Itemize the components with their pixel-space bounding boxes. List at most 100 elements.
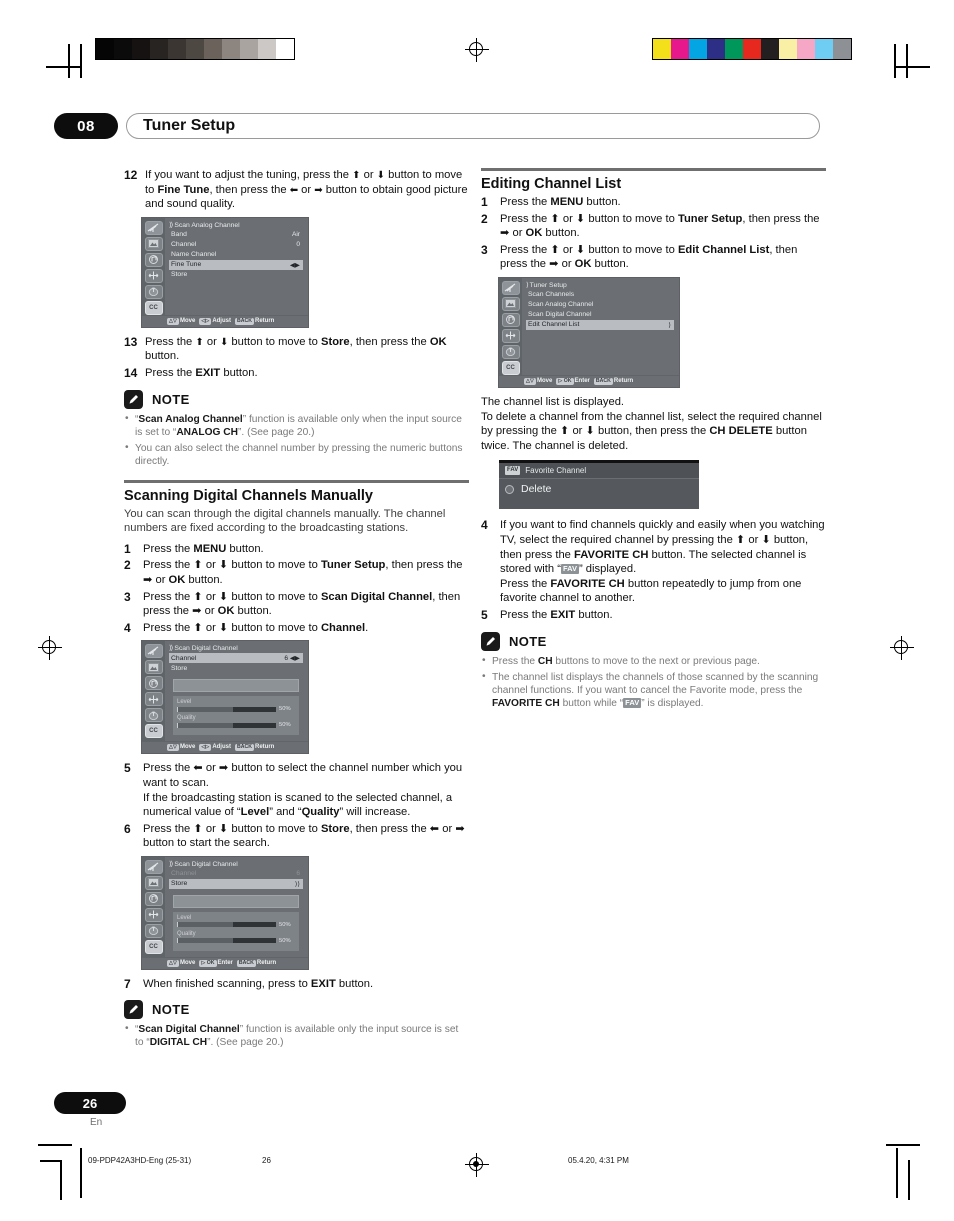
color-swatch — [168, 39, 186, 59]
color-swatch — [815, 39, 833, 59]
antenna-icon[interactable] — [501, 280, 520, 295]
step-body: Press the ⬆ or ⬇ button to move to Tuner… — [500, 212, 820, 240]
delete-menu-item[interactable]: Delete — [499, 478, 699, 499]
step-body: Press the ⬆ or ⬇ button to move to Store… — [143, 822, 465, 850]
registration-mark-left — [38, 636, 62, 660]
osd-row[interactable]: Band Air — [169, 230, 303, 240]
color-swatch — [779, 39, 797, 59]
setup-icon[interactable] — [144, 907, 163, 922]
osd-content: ⟩⟩ Scan Digital Channel Channel 6 Store ⟩⟩ … — [165, 857, 308, 957]
osd-title: ⟩⟩ Scan Analog Channel — [169, 221, 240, 229]
step-number: 14 — [124, 365, 138, 380]
chapter-number-badge: 08 — [54, 113, 118, 139]
setup-icon[interactable] — [144, 268, 163, 283]
setup-icon[interactable] — [144, 692, 163, 707]
step-number: 5 — [124, 761, 131, 776]
cc-icon[interactable]: CC — [144, 724, 163, 739]
quality-value: 50% — [279, 722, 291, 729]
antenna-icon[interactable] — [144, 644, 163, 659]
globe-icon[interactable] — [144, 708, 163, 723]
osd-title: ⟩ Tuner Setup — [526, 281, 567, 289]
crop-mark-br-h — [886, 1144, 920, 1146]
step-5: 5 Press the EXIT button. — [481, 608, 826, 623]
color-swatch — [258, 39, 276, 59]
audio-icon[interactable] — [144, 891, 163, 906]
step-number: 1 — [481, 195, 488, 209]
step-number: 6 — [124, 821, 131, 836]
note-label: NOTE — [152, 391, 190, 407]
antenna-icon[interactable] — [144, 859, 163, 874]
osd-row[interactable]: Store — [169, 270, 303, 280]
audio-icon[interactable] — [501, 312, 520, 327]
step-body: Press the ⬆ or ⬇ button to move to Edit … — [500, 243, 798, 271]
signal-meters: Level 50% Quality 50% — [173, 696, 299, 736]
back-key-icon: BACK — [234, 317, 254, 325]
step-3: 3 Press the ⬆ or ⬇ button to move to Edi… — [481, 243, 826, 272]
osd-icon-rail: CC — [142, 856, 165, 957]
note-header: NOTE — [124, 1000, 469, 1020]
registration-mark-top — [465, 38, 489, 62]
osd-tuner-setup: CC ⟩ Tuner Setup Scan Channels Scan Analo… — [499, 277, 679, 387]
osd-row[interactable]: Channel 0 — [169, 240, 303, 250]
osd-row-selected[interactable]: Store ⟩⟩ — [169, 878, 303, 889]
back-key-icon: BACK — [234, 744, 254, 752]
osd-row-selected[interactable]: Fine Tune ◀▶ — [169, 259, 303, 270]
crop-mark-tr-v2 — [906, 44, 908, 78]
arrow-up-icon: ⬆ — [352, 170, 361, 181]
picture-icon[interactable] — [144, 875, 163, 890]
globe-icon[interactable] — [144, 284, 163, 299]
print-footer: 09-PDP42A3HD-Eng (25-31) 26 05.4.20, 4:3… — [0, 1152, 954, 1182]
step-1: 1 Press the MENU button. — [124, 542, 469, 557]
note-item: “Scan Analog Channel” function is availa… — [124, 412, 469, 439]
step-number: 1 — [124, 541, 131, 556]
picture-icon[interactable] — [144, 236, 163, 251]
step-14: 14 Press the EXIT button. — [124, 366, 469, 381]
osd-row-selected[interactable]: Channel 6 ◀▶ — [169, 653, 303, 664]
color-swatch — [761, 39, 779, 59]
picture-icon[interactable] — [144, 660, 163, 675]
level-value: 50% — [279, 921, 291, 928]
quality-value: 50% — [279, 937, 291, 944]
audio-icon[interactable] — [144, 252, 163, 267]
step-12: 12 If you want to adjust the tuning, pre… — [124, 168, 469, 212]
osd-row[interactable]: Store — [169, 663, 303, 673]
picture-icon[interactable] — [501, 296, 520, 311]
globe-icon[interactable] — [144, 923, 163, 938]
section-intro: You can scan through the digital channel… — [124, 507, 446, 535]
osd-row[interactable]: Scan Digital Channel — [526, 310, 674, 320]
osd-row[interactable]: Name Channel — [169, 250, 303, 260]
chapter-header: 08 Tuner Setup — [54, 113, 820, 139]
step-body: If you want to find channels quickly and… — [500, 519, 825, 605]
setup-icon[interactable] — [501, 328, 520, 343]
note-list: “Scan Analog Channel” function is availa… — [124, 412, 469, 468]
color-swatch — [743, 39, 761, 59]
step-body: Press the ⬆ or ⬇ button to move to Store… — [145, 335, 447, 363]
step-number: 13 — [124, 334, 138, 349]
cc-icon[interactable]: CC — [501, 360, 520, 375]
color-swatch — [276, 39, 294, 59]
audio-icon[interactable] — [144, 676, 163, 691]
cc-icon[interactable]: CC — [144, 300, 163, 315]
dpad-updown-icon: △▽ — [167, 959, 179, 967]
step-body: When finished scanning, press to EXIT bu… — [143, 977, 374, 990]
signal-meters: Level 50% Quality 50% — [173, 911, 299, 951]
osd-footer-hints: △▽ Move ▷ OK Enter BACK Return — [142, 956, 308, 969]
cc-icon[interactable]: CC — [144, 939, 163, 954]
footer-page-number: 26 — [262, 1156, 271, 1165]
osd-row-selected[interactable]: Edit Channel List ⟩ — [526, 319, 674, 330]
arrow-up-icon: ⬆ — [195, 336, 204, 348]
color-swatch — [132, 39, 150, 59]
osd-row[interactable]: Scan Analog Channel — [526, 300, 674, 310]
osd-title: ⟩⟩ Scan Digital Channel — [169, 645, 238, 653]
step-4: 4 Press the ⬆ or ⬇ button to move to Cha… — [124, 621, 469, 636]
step-body: Press the ⬆ or ⬇ button to move to Tuner… — [143, 559, 463, 586]
step-number: 7 — [124, 976, 131, 991]
osd-row[interactable]: Scan Channels — [526, 290, 674, 300]
note-list: Press the CH buttons to move to the next… — [481, 654, 826, 710]
antenna-icon[interactable] — [144, 220, 163, 235]
osd-scan-digital-channel-2: CC ⟩⟩ Scan Digital Channel Channel 6 Store… — [142, 856, 308, 969]
quality-meter: 50% — [177, 722, 295, 728]
osd-content: ⟩⟩ Scan Digital Channel Channel 6 ◀▶ Store… — [165, 641, 308, 741]
globe-icon[interactable] — [501, 344, 520, 359]
footer-filename: 09-PDP42A3HD-Eng (25-31) — [88, 1156, 192, 1165]
